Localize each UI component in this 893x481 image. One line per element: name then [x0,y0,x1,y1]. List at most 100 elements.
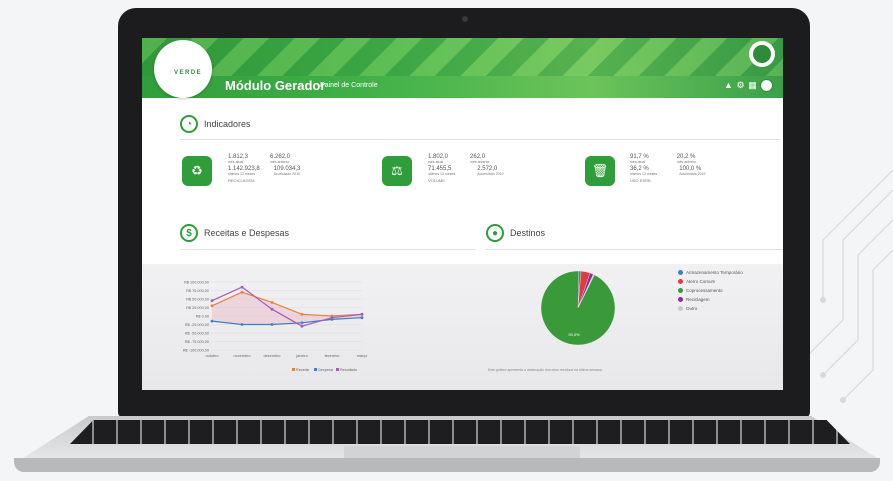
legend-dot [678,297,683,302]
kpi-footer: USO ESRB [630,178,651,183]
legend-item[interactable]: Reciclagem [678,297,743,302]
series-point-despesa [210,319,214,323]
legend-item[interactable]: Armazenamento Temporário [678,270,743,275]
recycle-icon: ♻ [182,156,212,186]
avatar[interactable] [760,79,773,92]
kpi-footer: RECICLAGEM [228,178,255,183]
legend-dot [678,279,683,284]
divider [180,249,476,250]
indicadores-header: ◔ Indicadores [180,115,251,133]
series-point-resultado [210,299,214,303]
legend-label: Outro [686,306,698,311]
legend-label: Aterro Comum [686,279,716,284]
series-point-receita [270,301,274,304]
destinos-pie-chart: 93,0% [540,270,616,346]
gear-icon[interactable]: ⚙ [736,81,745,90]
series-point-resultado [270,307,274,311]
series-point-receita [240,290,244,294]
y-tick-label: R$ -75.000,00 [185,340,209,344]
divider [486,249,783,250]
series-point-receita [300,312,304,316]
legend-swatch [336,368,339,371]
trash-icon: 🗑 [585,156,615,186]
legend-label: Despesa [318,368,334,372]
x-tick-label: novembro [234,354,251,358]
destinos-footer-note: Este gráfico apresenta a destinação dos … [488,368,602,372]
legend-item[interactable]: Coprocessamento [678,288,743,293]
series-point-resultado [240,285,244,289]
laptop-front-edge [14,458,880,472]
receitas-title: Receitas e Despesas [204,228,290,238]
kpi-label: Acumulado 2019 [679,172,706,176]
kpi-label: mês anterior [470,160,490,164]
kpi-label: mês atual [630,160,646,164]
series-point-despesa [270,323,274,326]
series-point-resultado [300,324,304,328]
series-point-despesa [300,321,304,325]
header-actions: ▲ ⚙ ▦ [724,79,773,92]
kpi-label: Acumulado 2019 [477,172,504,176]
destinos-legend: Armazenamento Temporário Aterro Comum Copr… [678,270,743,315]
y-tick-label: R$ 50.000,00 [186,298,209,302]
y-tick-label: R$ 75.000,00 [186,289,209,293]
divider [180,139,780,140]
legend-label: Receita [296,368,310,372]
legend-label: Resultado [340,368,357,372]
kpi-card-uso: 91,7 % mês atual 20,2 % mês anterior 36,2 … [630,154,706,183]
legend-dot [678,270,683,275]
x-tick-label: fevereiro [325,354,340,358]
destinos-title: Destinos [510,228,546,238]
legend-label: Armazenamento Temporário [686,270,743,275]
legend-dot [678,288,683,293]
series-point-despesa [360,316,364,320]
y-tick-label: R$ -100.000,00 [183,349,209,353]
x-tick-label: outubro [206,354,219,358]
page-subtitle: Painel de Controle [320,82,378,89]
legend-dot [678,306,683,311]
legend-label: Reciclagem [686,297,710,302]
bell-icon[interactable]: ▲ [724,81,733,90]
pie-data-label: 93,0% [568,332,580,337]
app-header: VERDE Módulo Gerador Painel de Controle … [142,38,783,98]
kpi-label: mês atual [428,160,444,164]
camera-icon [462,16,468,22]
dollar-icon: $ [180,224,198,242]
pie-chart-icon: ◔ [180,115,198,133]
series-point-despesa [240,323,244,326]
kpi-label: últimos 12 meses [428,172,456,176]
indicadores-title: Indicadores [204,119,251,129]
keyboard [70,420,850,444]
receitas-despesas-chart: R$ 100.000,00 R$ 75.000,00 R$ 50.000,00 R$ … [183,281,368,373]
kpi-label: últimos 12 meses [228,172,256,176]
series-point-resultado [330,316,334,320]
weight-icon: ⚖ [382,156,412,186]
x-tick-label: março [357,354,368,358]
kpi-label: Acumulado 2019 [273,172,300,176]
company-badge-icon[interactable] [749,41,775,67]
kpi-footer: VOLUME [428,178,445,183]
legend-label: Coprocessamento [686,288,723,293]
legend-swatch [314,368,317,371]
grid-menu-icon[interactable]: ▦ [748,81,757,90]
series-point-resultado [360,312,364,316]
legend-swatch [292,368,295,371]
header-pattern [142,38,783,76]
x-tick-label: janeiro [295,354,307,358]
kpi-label: últimos 12 meses [630,172,658,176]
map-pin-icon: ● [486,224,504,242]
logo-brand: VERDE [174,70,203,76]
y-tick-label: R$ 0,00 [196,315,209,319]
series-point-receita [210,304,214,308]
kpi-label: mês anterior [270,160,290,164]
receitas-header: $ Receitas e Despesas [180,224,289,242]
y-tick-label: R$ -25.000,00 [185,323,209,327]
dashboard-screen: VERDE Módulo Gerador Painel de Controle … [142,38,783,390]
legend-item[interactable]: Outro [678,306,743,311]
y-tick-label: R$ -50.000,00 [185,332,209,336]
y-tick-label: R$ 25.000,00 [186,306,209,310]
x-tick-label: dezembro [264,354,281,358]
y-tick-label: R$ 100.000,00 [184,281,209,285]
logo[interactable]: VERDE [154,40,212,98]
legend-item[interactable]: Aterro Comum [678,279,743,284]
kpi-label: mês atual [228,160,244,164]
